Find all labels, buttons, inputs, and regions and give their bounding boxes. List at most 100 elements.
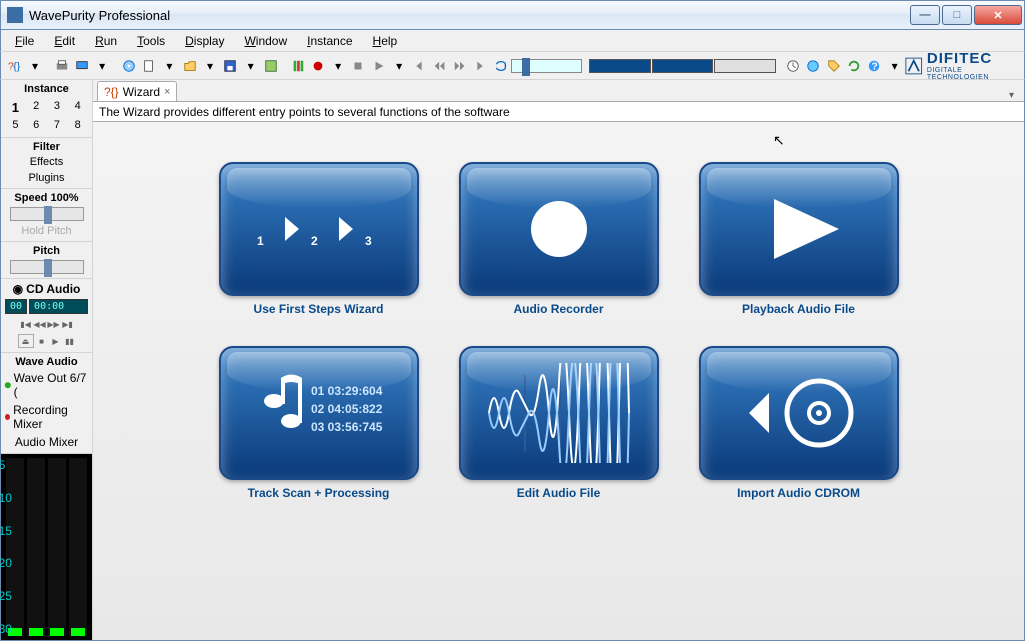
save-icon[interactable] (221, 55, 240, 77)
svg-text:?: ? (872, 60, 878, 72)
cd-eject-icon[interactable]: ⏏ (18, 334, 34, 348)
first-steps-button[interactable]: 123 (219, 162, 419, 296)
track-scan-button[interactable]: 01 03:29:604 02 04:05:822 03 03:56:745 (219, 346, 419, 480)
minimize-button[interactable]: — (910, 5, 940, 25)
pitch-slider[interactable] (10, 260, 84, 274)
speed-title: Speed 100% (1, 191, 92, 205)
tag-icon[interactable] (824, 55, 843, 77)
import-cdrom-label: Import Audio CDROM (737, 486, 860, 500)
skip-start-icon[interactable] (410, 55, 429, 77)
tab-label: Wizard (123, 85, 160, 99)
cd-next-track-icon[interactable]: ▶▮ (62, 318, 74, 330)
audio-recorder-button[interactable] (459, 162, 659, 296)
edit-audio-button[interactable] (459, 346, 659, 480)
menubar: File Edit Run Tools Display Window Insta… (0, 30, 1025, 52)
tab-dropdown-icon[interactable]: ▾ (1003, 90, 1020, 101)
menu-instance[interactable]: Instance (299, 32, 360, 50)
print-icon[interactable] (52, 55, 71, 77)
tab-close-icon[interactable]: × (164, 86, 170, 98)
rewind-icon[interactable] (430, 55, 449, 77)
forward-icon[interactable] (450, 55, 469, 77)
maximize-button[interactable]: □ (942, 5, 972, 25)
menu-edit[interactable]: Edit (46, 32, 83, 50)
record-icon[interactable] (308, 55, 327, 77)
play-icon[interactable] (369, 55, 388, 77)
chevron-down-icon[interactable]: ▾ (160, 55, 179, 77)
chevron-down-icon[interactable]: ▾ (885, 55, 904, 77)
effects-link[interactable]: Effects (1, 154, 92, 170)
export-icon[interactable] (261, 55, 280, 77)
filter-title: Filter (1, 140, 92, 154)
wave-out-item[interactable]: Wave Out 6/7 ( (1, 369, 92, 401)
cd-track: 00 (5, 299, 27, 314)
wizard-icon[interactable]: ?{} (5, 55, 24, 77)
tabbar: ?{} Wizard × ▾ (93, 80, 1024, 102)
svg-text:3: 3 (365, 234, 372, 248)
close-button[interactable]: ✕ (974, 5, 1022, 25)
audio-mixer-item[interactable]: Audio Mixer (1, 433, 92, 451)
playback-button[interactable] (699, 162, 899, 296)
cd-play-icon[interactable]: ▶ (50, 335, 62, 347)
help-icon[interactable]: ? (865, 55, 884, 77)
menu-file[interactable]: File (7, 32, 42, 50)
tab-wizard[interactable]: ?{} Wizard × (97, 81, 177, 101)
meter-left-2 (27, 458, 45, 636)
edit-audio-label: Edit Audio File (517, 486, 601, 500)
cd-rewind-icon[interactable]: ◀◀ (34, 318, 46, 330)
speed-panel: Speed 100% Hold Pitch (1, 189, 92, 242)
clock-icon[interactable] (783, 55, 802, 77)
menu-tools[interactable]: Tools (129, 32, 173, 50)
play-dot-icon (5, 382, 11, 388)
display-icon[interactable] (72, 55, 91, 77)
chevron-down-icon[interactable]: ▾ (93, 55, 112, 77)
pitch-title: Pitch (1, 244, 92, 258)
menu-display[interactable]: Display (177, 32, 232, 50)
wave-panel: Wave Audio Wave Out 6/7 ( Recording Mixe… (1, 353, 92, 454)
brand-logo: DIFITEC DIGITALE TECHNOLOGIEN (905, 50, 1020, 81)
skip-end-icon[interactable] (471, 55, 490, 77)
toolbar: ?{} ▾ ▾ ▾ ▾ ▾ ▾ ▾ ? ▾ DIFITEC DIGITALE T… (0, 52, 1025, 80)
import-cdrom-button[interactable] (699, 346, 899, 480)
chevron-down-icon[interactable]: ▾ (25, 55, 44, 77)
menu-window[interactable]: Window (236, 32, 295, 50)
chevron-down-icon[interactable]: ▾ (241, 55, 260, 77)
level-icon[interactable] (288, 55, 307, 77)
instance-8[interactable]: 8 (67, 117, 88, 133)
plugins-link[interactable]: Plugins (1, 170, 92, 186)
cd-pause-icon[interactable]: ▮▮ (64, 335, 76, 347)
position-slider[interactable] (511, 59, 581, 73)
menu-run[interactable]: Run (87, 32, 125, 50)
stop-icon[interactable] (349, 55, 368, 77)
meter-right-2 (69, 458, 87, 636)
cd-forward-icon[interactable]: ▶▶ (48, 318, 60, 330)
speed-slider[interactable] (10, 207, 84, 221)
instance-5[interactable]: 5 (5, 117, 26, 133)
globe-icon[interactable] (804, 55, 823, 77)
pitch-panel: Pitch (1, 242, 92, 279)
app-icon (7, 7, 23, 23)
instance-3[interactable]: 3 (47, 98, 68, 117)
chevron-down-icon[interactable]: ▾ (328, 55, 347, 77)
cd-panel: ◉ CD Audio 00 00:00 ▮◀ ◀◀ ▶▶ ▶▮ ⏏ ■ ▶ ▮▮ (1, 279, 92, 353)
new-icon[interactable] (139, 55, 158, 77)
progress-bar-1 (589, 59, 651, 73)
cd-stop-icon[interactable]: ■ (36, 335, 48, 347)
cd-prev-track-icon[interactable]: ▮◀ (20, 318, 32, 330)
instance-4[interactable]: 4 (67, 98, 88, 117)
refresh-icon[interactable] (844, 55, 863, 77)
open-icon[interactable] (180, 55, 199, 77)
level-meters: -5-10-15-20-25-30 (1, 454, 92, 640)
instance-2[interactable]: 2 (26, 98, 47, 117)
instance-7[interactable]: 7 (47, 117, 68, 133)
recording-mixer-item[interactable]: Recording Mixer (1, 401, 92, 433)
meter-right-1 (48, 458, 66, 636)
instance-6[interactable]: 6 (26, 117, 47, 133)
cd-icon[interactable] (119, 55, 138, 77)
chevron-down-icon[interactable]: ▾ (389, 55, 408, 77)
instance-1[interactable]: 1 (5, 98, 26, 117)
menu-help[interactable]: Help (365, 32, 406, 50)
loop-icon[interactable] (491, 55, 510, 77)
cd-time: 00:00 (29, 299, 88, 314)
chevron-down-icon[interactable]: ▾ (200, 55, 219, 77)
hold-pitch-link[interactable]: Hold Pitch (1, 223, 92, 239)
